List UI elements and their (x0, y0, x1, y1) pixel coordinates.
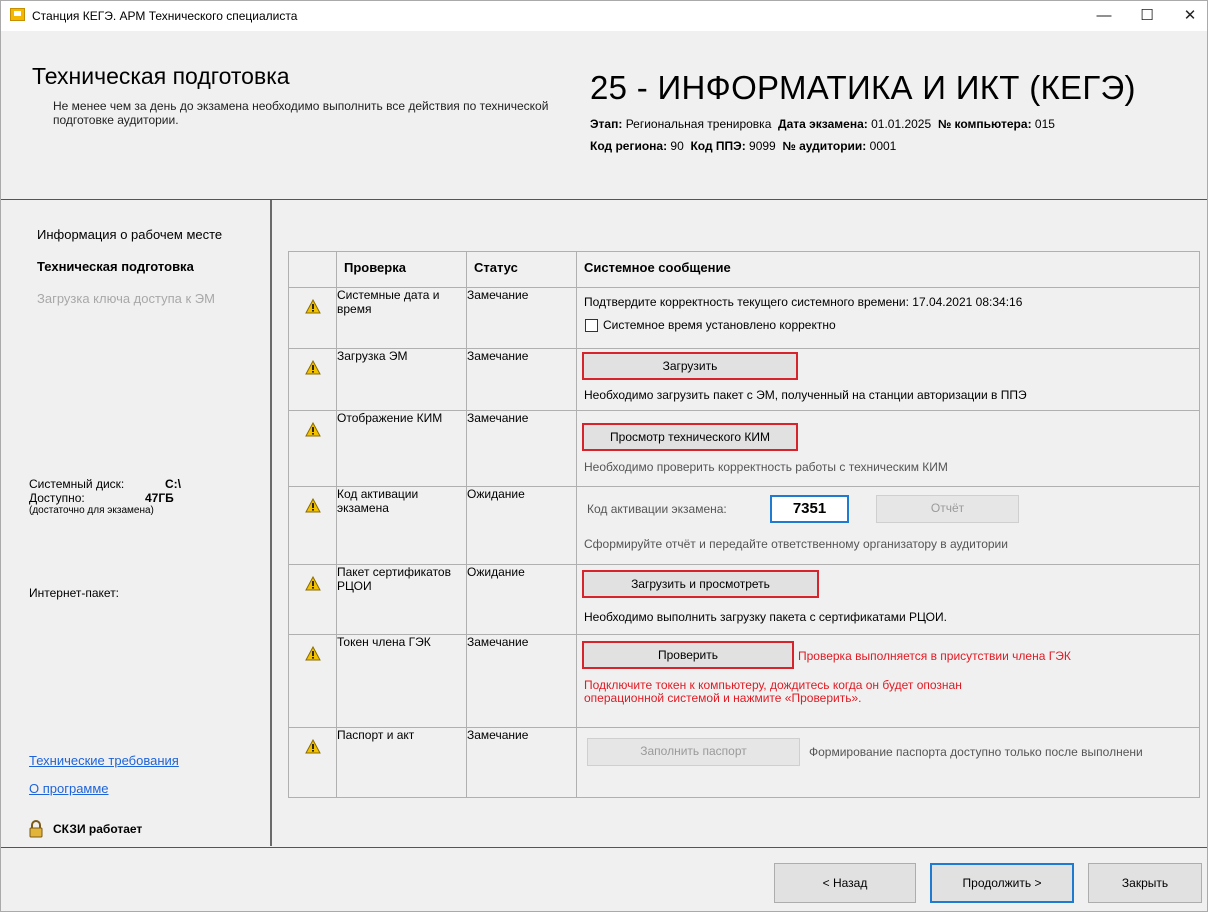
header-message: Системное сообщение (576, 251, 1200, 288)
certificates-message: Необходимо выполнить загрузку пакета с с… (584, 610, 947, 624)
warning-icon (304, 576, 321, 591)
warning-icon (304, 498, 321, 513)
date-label: Дата экзамена: (778, 117, 868, 131)
check-status: Замечание (466, 634, 577, 728)
warning-icon (304, 360, 321, 375)
check-status: Замечание (466, 727, 577, 798)
exam-title: 25 - ИНФОРМАТИКА И ИКТ (КЕГЭ) (590, 69, 1136, 106)
page-description: Не менее чем за день до экзамена необход… (53, 99, 549, 127)
stage-value: Региональная тренировка (625, 117, 772, 131)
ppe-value: 9099 (749, 139, 776, 153)
link-technical-requirements[interactable]: Технические требования (29, 753, 179, 768)
report-button: Отчёт (876, 495, 1019, 523)
check-status: Ожидание (466, 486, 577, 565)
token-inline-note: Проверка выполняется в присутствии члена… (798, 649, 1071, 663)
exam-meta-line-1: Этап: Региональная тренировка Дата экзам… (590, 117, 1055, 131)
activation-code-value: 7351 (770, 495, 849, 523)
back-button[interactable]: < Назад (774, 863, 916, 903)
nav-technical-preparation[interactable]: Техническая подготовка (37, 259, 194, 274)
table-row: Токен члена ГЭК Замечание Проверить Пров… (288, 634, 1200, 728)
close-window-button[interactable]: ✕ (1175, 5, 1205, 27)
check-status: Ожидание (466, 564, 577, 635)
minimize-button[interactable]: — (1089, 5, 1119, 27)
check-token-button[interactable]: Проверить (582, 641, 794, 669)
link-about[interactable]: О программе (29, 781, 109, 796)
nav-load-access-key: Загрузка ключа доступа к ЭМ (37, 291, 215, 306)
warning-icon (304, 299, 321, 314)
table-row: Паспорт и акт Замечание Заполнить паспор… (288, 727, 1200, 798)
footer-divider (1, 847, 1207, 848)
warning-icon (304, 422, 321, 437)
continue-button[interactable]: Продолжить > (930, 863, 1074, 903)
computer-value: 015 (1034, 117, 1055, 131)
load-em-message: Необходимо загрузить пакет с ЭМ, получен… (584, 388, 1027, 402)
check-name: Загрузка ЭМ (336, 348, 467, 411)
token-message-line-2: операционной системой и нажмите «Провери… (584, 691, 862, 705)
app-window: Станция КЕГЭ. АРМ Технического специалис… (0, 0, 1208, 912)
system-time-checkbox[interactable] (585, 319, 598, 332)
check-name: Код активации экзамена (336, 486, 467, 565)
activation-code-label: Код активации экзамена: (587, 502, 727, 516)
check-status: Замечание (466, 410, 577, 487)
disk-label: Системный диск: (29, 477, 125, 491)
maximize-button[interactable]: ☐ (1132, 5, 1162, 27)
passport-message: Формирование паспорта доступно только по… (809, 745, 1143, 759)
check-status: Замечание (466, 287, 577, 349)
disk-note: (достаточно для экзамена) (29, 505, 154, 516)
region-value: 90 (670, 139, 684, 153)
page-title: Техническая подготовка (32, 63, 290, 89)
fill-passport-button: Заполнить паспорт (587, 738, 800, 766)
table-row: Системные дата и время Замечание Подтвер… (288, 287, 1200, 349)
load-certificates-button[interactable]: Загрузить и просмотреть (582, 570, 819, 598)
system-time-checkbox-label[interactable]: Системное время установлено корректно (603, 318, 836, 332)
title-bar: Станция КЕГЭ. АРМ Технического специалис… (1, 1, 1207, 31)
exam-meta-line-2: Код региона: 90 Код ППЭ: 9099 № аудитори… (590, 139, 896, 153)
check-name: Паспорт и акт (336, 727, 467, 798)
disk-free: Доступно: 47ГБ (29, 491, 174, 505)
nav-workplace-info[interactable]: Информация о рабочем месте (37, 227, 222, 242)
internet-package-label: Интернет-пакет: (29, 586, 120, 600)
table-header-row: Проверка Статус Системное сообщение (288, 251, 1200, 288)
close-button[interactable]: Закрыть (1088, 863, 1202, 903)
room-value: 0001 (869, 139, 897, 153)
disk-info: Системный диск: C:\ (29, 477, 181, 491)
room-label: № аудитории: (782, 139, 867, 153)
warning-icon (304, 646, 321, 661)
table-row: Загрузка ЭМ Замечание Загрузить Необходи… (288, 348, 1200, 411)
disk-free-value: 47ГБ (145, 491, 174, 505)
ppe-label: Код ППЭ: (690, 139, 746, 153)
lock-icon (29, 820, 43, 838)
disk-value: C:\ (165, 477, 181, 491)
computer-label: № компьютера: (937, 117, 1032, 131)
kim-message: Необходимо проверить корректность работы… (584, 460, 948, 474)
warning-icon (304, 739, 321, 754)
header-check: Проверка (336, 251, 467, 288)
load-em-button[interactable]: Загрузить (582, 352, 798, 380)
crypto-status: СКЗИ работает (53, 822, 143, 836)
check-name: Токен члена ГЭК (336, 634, 467, 728)
date-value: 01.01.2025 (871, 117, 932, 131)
checks-table: Проверка Статус Системное сообщение Сист… (288, 251, 1200, 798)
stage-label: Этап: (590, 117, 623, 131)
table-row: Отображение КИМ Замечание Просмотр техни… (288, 410, 1200, 487)
view-technical-kim-button[interactable]: Просмотр технического КИМ (582, 423, 798, 451)
disk-free-label: Доступно: (29, 491, 85, 505)
table-row: Код активации экзамена Ожидание Код акти… (288, 486, 1200, 565)
system-time-message: Подтвердите корректность текущего систем… (584, 295, 1023, 309)
check-name: Системные дата и время (336, 287, 467, 349)
table-row: Пакет сертификатов РЦОИ Ожидание Загрузи… (288, 564, 1200, 635)
header-icon-col (288, 251, 337, 288)
activation-message: Сформируйте отчёт и передайте ответствен… (584, 537, 1008, 551)
window-title: Станция КЕГЭ. АРМ Технического специалис… (32, 9, 298, 23)
header-panel: Техническая подготовка Не менее чем за д… (1, 31, 1207, 200)
header-status: Статус (466, 251, 577, 288)
check-name: Пакет сертификатов РЦОИ (336, 564, 467, 635)
app-icon (10, 8, 25, 21)
check-name: Отображение КИМ (336, 410, 467, 487)
check-status: Замечание (466, 348, 577, 411)
token-message-line-1: Подключите токен к компьютеру, дождитесь… (584, 678, 962, 692)
region-label: Код региона: (590, 139, 668, 153)
